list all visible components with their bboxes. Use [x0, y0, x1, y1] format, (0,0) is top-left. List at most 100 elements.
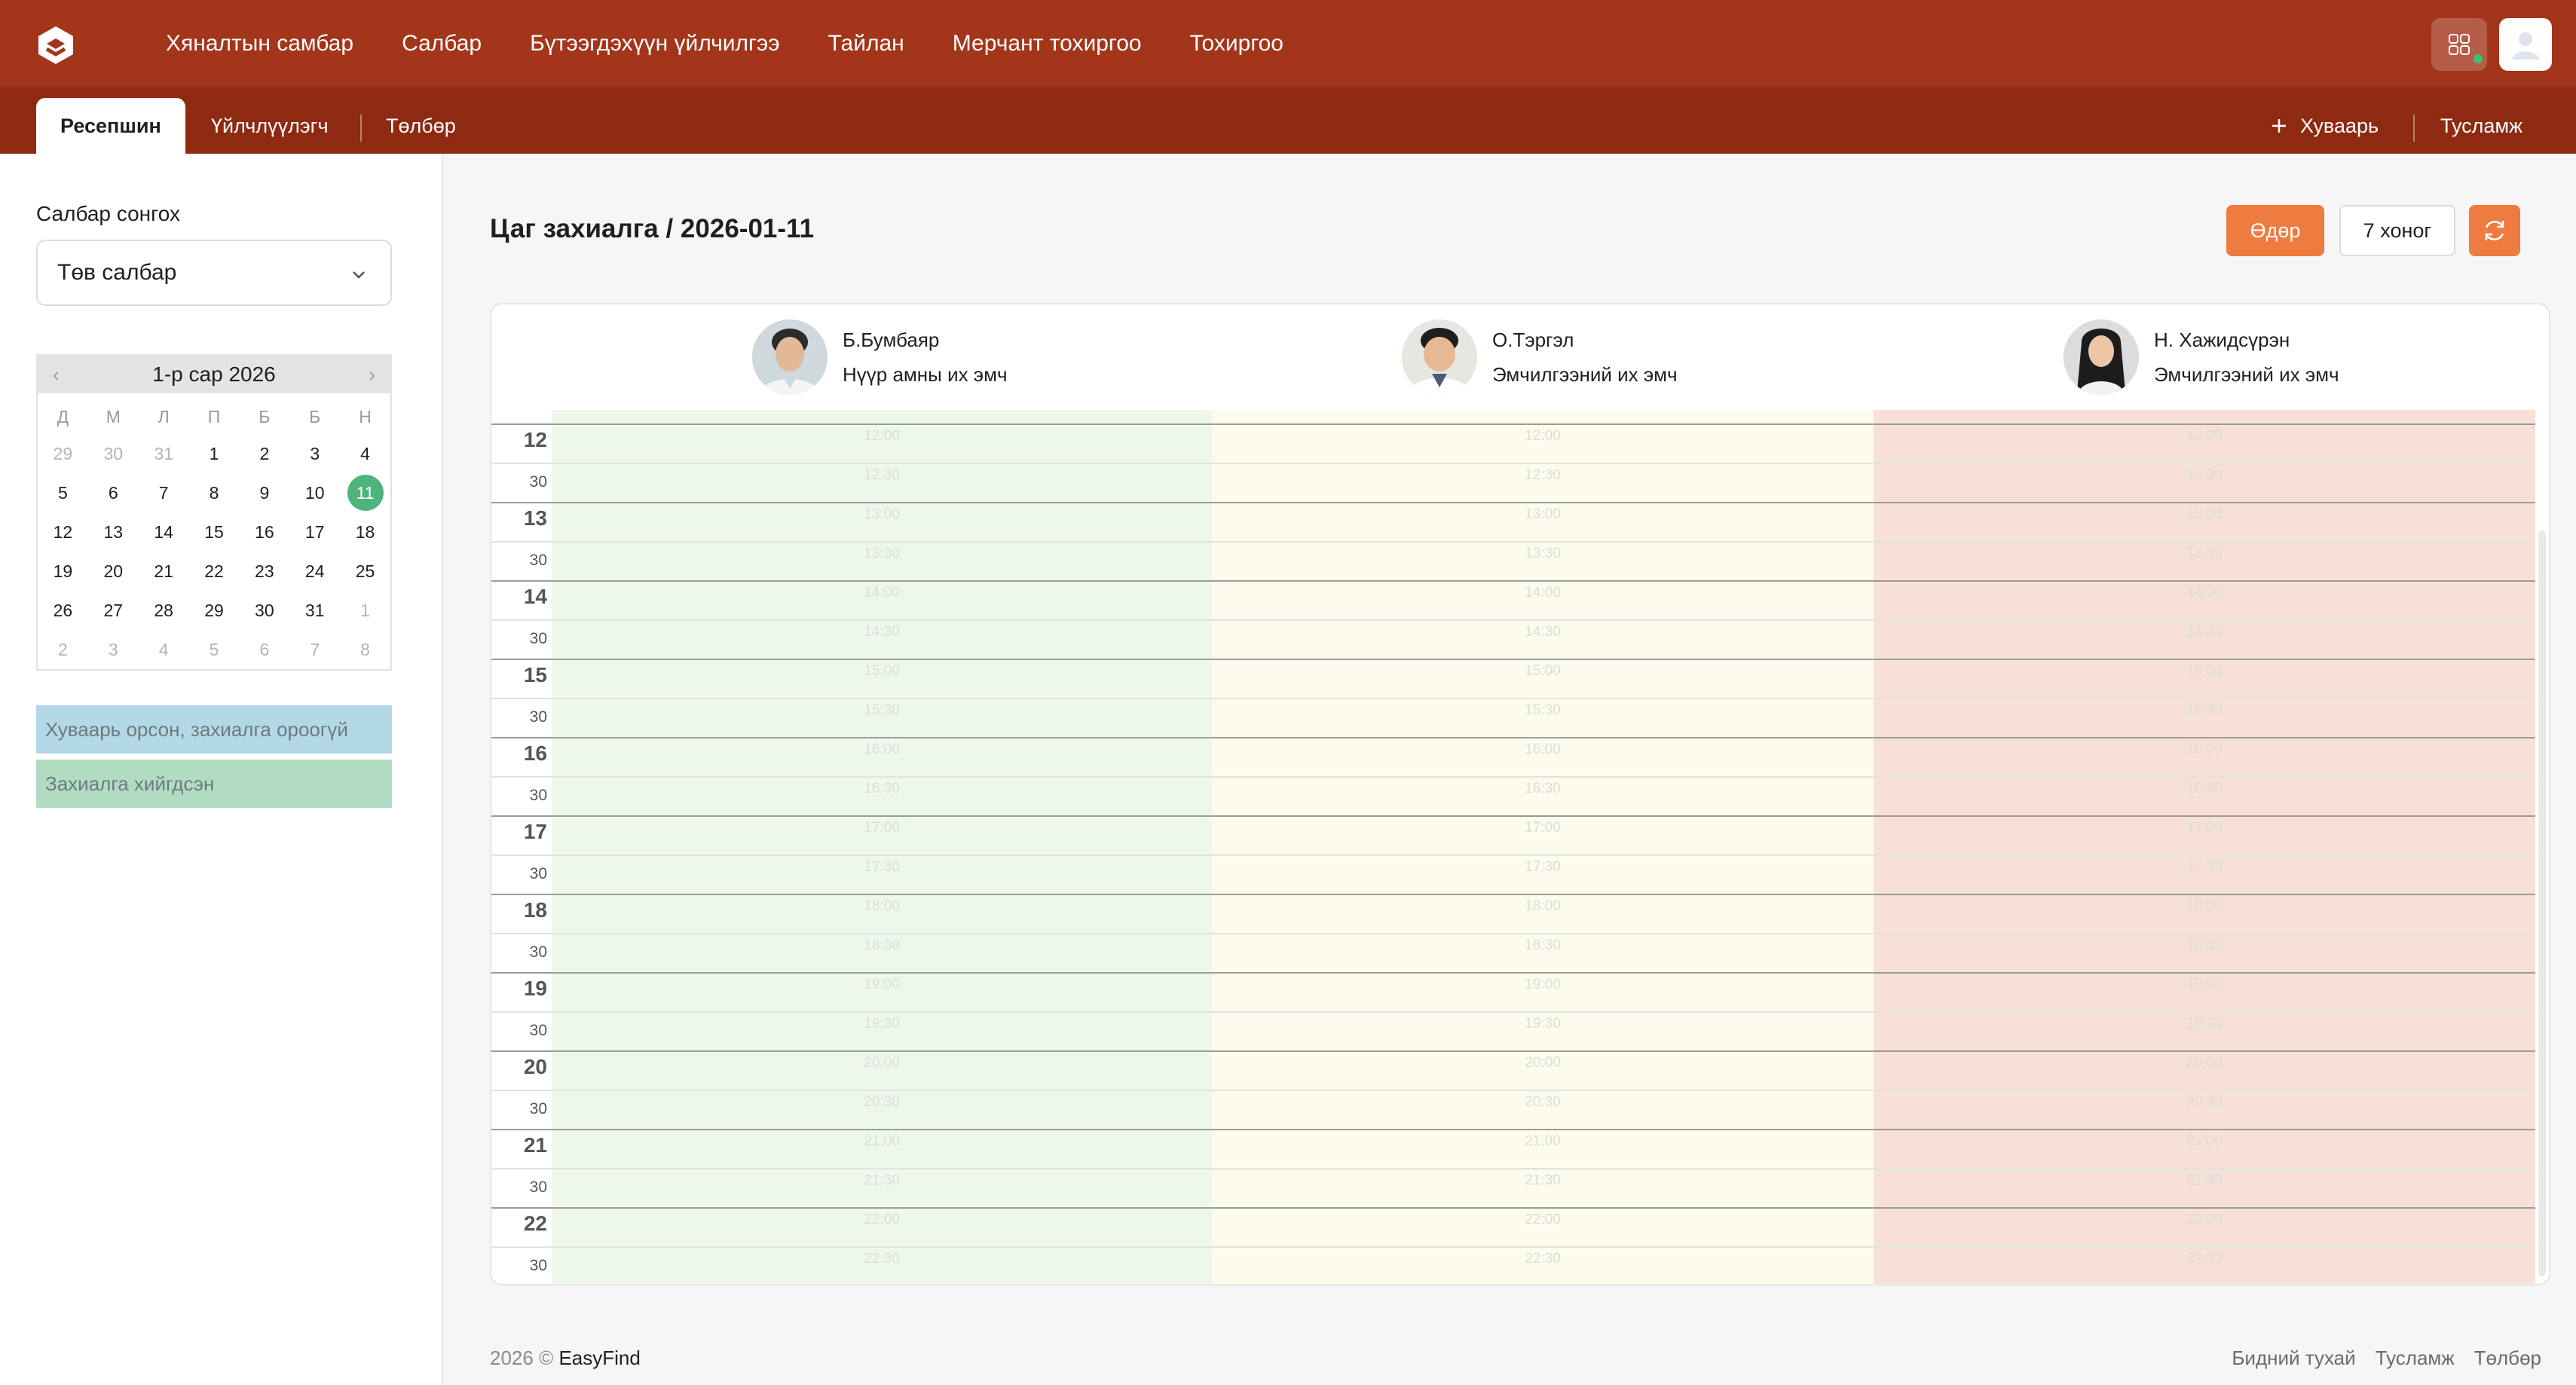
- time-slot-label[interactable]: 14:30: [837, 624, 927, 641]
- time-slot-label[interactable]: 21:30: [1498, 1173, 1588, 1189]
- calendar-day[interactable]: 13: [88, 512, 139, 552]
- calendar-day[interactable]: 30: [88, 434, 139, 473]
- nav-settings[interactable]: Тохиргоо: [1190, 31, 1283, 57]
- time-slot-label[interactable]: 17:00: [837, 820, 927, 836]
- tab-customers[interactable]: Үйлчлүүлэгч: [211, 98, 329, 154]
- time-slot-label[interactable]: 18:30: [1498, 937, 1588, 954]
- footer-link-help[interactable]: Тусламж: [2376, 1347, 2455, 1370]
- time-slot-label[interactable]: 18:00: [837, 898, 927, 915]
- add-schedule-button[interactable]: Хуваарь: [2270, 98, 2379, 154]
- time-slot-label[interactable]: 19:00: [2159, 977, 2250, 993]
- time-slot-label[interactable]: 17:00: [2159, 820, 2250, 836]
- time-slot-label[interactable]: 22:30: [1498, 1251, 1588, 1267]
- calendar-day[interactable]: 4: [340, 434, 390, 473]
- time-slot-label[interactable]: 22:00: [837, 1212, 927, 1228]
- time-slot-label[interactable]: 18:30: [2159, 937, 2250, 954]
- time-slot-label[interactable]: 18:30: [837, 937, 927, 954]
- calendar-day[interactable]: 3: [289, 434, 340, 473]
- calendar-day[interactable]: 19: [38, 552, 88, 591]
- time-slot-label[interactable]: 21:00: [1498, 1133, 1588, 1150]
- branch-select[interactable]: Төв салбар: [36, 240, 392, 306]
- time-slot-label[interactable]: 18:00: [2159, 898, 2250, 915]
- user-menu-button[interactable]: [2499, 18, 2552, 71]
- calendar-day[interactable]: 31: [139, 434, 189, 473]
- time-slot-label[interactable]: 16:00: [1498, 741, 1588, 758]
- time-slot-label[interactable]: 22:30: [2159, 1251, 2250, 1267]
- calendar-day[interactable]: 8: [340, 630, 390, 669]
- calendar-day[interactable]: 4: [139, 630, 189, 669]
- time-slot-label[interactable]: 12:00: [1498, 428, 1588, 445]
- time-slot-label[interactable]: 19:30: [1498, 1016, 1588, 1032]
- help-link[interactable]: Тусламж: [2440, 98, 2522, 154]
- calendar-day[interactable]: 16: [239, 512, 289, 552]
- calendar-day[interactable]: 22: [189, 552, 240, 591]
- calendar-day[interactable]: 1: [340, 591, 390, 630]
- time-slot-label[interactable]: 17:30: [2159, 859, 2250, 876]
- easyfind-logo-icon[interactable]: [35, 24, 77, 66]
- calendar-prev-icon[interactable]: ‹: [53, 363, 60, 387]
- apps-button[interactable]: [2431, 18, 2487, 71]
- calendar-day[interactable]: 20: [88, 552, 139, 591]
- time-slot-label[interactable]: 12:00: [2159, 428, 2250, 445]
- calendar-day[interactable]: 1: [189, 434, 240, 473]
- tab-reception[interactable]: Ресепшин: [36, 98, 185, 154]
- time-slot-label[interactable]: 22:00: [2159, 1212, 2250, 1228]
- view-day-button[interactable]: Өдөр: [2226, 205, 2324, 256]
- nav-reports[interactable]: Тайлан: [828, 31, 904, 57]
- nav-branch[interactable]: Салбар: [402, 31, 482, 57]
- time-slot-label[interactable]: 12:30: [837, 467, 927, 484]
- calendar-day[interactable]: 15: [189, 512, 240, 552]
- time-slot-label[interactable]: 17:00: [1498, 820, 1588, 836]
- calendar-day[interactable]: 26: [38, 591, 88, 630]
- time-slot-label[interactable]: 16:30: [1498, 781, 1588, 797]
- time-slot-label[interactable]: 12:30: [1498, 467, 1588, 484]
- calendar-day[interactable]: 7: [139, 473, 189, 512]
- time-slot-label[interactable]: 13:00: [2159, 506, 2250, 523]
- time-slot-label[interactable]: 15:00: [837, 663, 927, 680]
- time-slot-label[interactable]: 14:00: [2159, 585, 2250, 601]
- calendar-day[interactable]: 18: [340, 512, 390, 552]
- time-slot-label[interactable]: 13:30: [837, 546, 927, 562]
- time-slot-label[interactable]: 20:00: [837, 1055, 927, 1072]
- time-slot-label[interactable]: 12:30: [2159, 467, 2250, 484]
- calendar-day[interactable]: 28: [139, 591, 189, 630]
- nav-products-services[interactable]: Бүтээгдэхүүн үйлчилгээ: [530, 31, 779, 57]
- nav-merchant-settings[interactable]: Мерчант тохиргоо: [953, 31, 1142, 57]
- time-slot-label[interactable]: 19:30: [837, 1016, 927, 1032]
- time-slot-label[interactable]: 22:30: [837, 1251, 927, 1267]
- calendar-day[interactable]: 10: [289, 473, 340, 512]
- calendar-day[interactable]: 25: [340, 552, 390, 591]
- time-slot-label[interactable]: 18:00: [1498, 898, 1588, 915]
- time-slot-label[interactable]: 13:30: [1498, 546, 1588, 562]
- doctor-header[interactable]: Б.Бумбаяр Нүүр амны их эмч: [752, 319, 1008, 395]
- time-slot-label[interactable]: 17:30: [837, 859, 927, 876]
- time-slot-label[interactable]: 21:00: [837, 1133, 927, 1150]
- doctor-header[interactable]: О.Тэргэл Эмчилгээний их эмч: [1402, 319, 1678, 395]
- time-slot-label[interactable]: 20:00: [2159, 1055, 2250, 1072]
- doctor-header[interactable]: Н. Хажидсүрэн Эмчилгээний их эмч: [2064, 319, 2339, 395]
- time-slot-label[interactable]: 15:30: [1498, 702, 1588, 719]
- calendar-day[interactable]: 14: [139, 512, 189, 552]
- calendar-day[interactable]: 2: [38, 630, 88, 669]
- time-slot-label[interactable]: 20:30: [837, 1094, 927, 1111]
- calendar-day[interactable]: 5: [189, 630, 240, 669]
- calendar-day[interactable]: 5: [38, 473, 88, 512]
- calendar-day[interactable]: 29: [189, 591, 240, 630]
- time-slot-label[interactable]: 20:00: [1498, 1055, 1588, 1072]
- calendar-day[interactable]: 23: [239, 552, 289, 591]
- calendar-day[interactable]: 21: [139, 552, 189, 591]
- calendar-day[interactable]: 7: [289, 630, 340, 669]
- calendar-day[interactable]: 3: [88, 630, 139, 669]
- calendar-day[interactable]: 12: [38, 512, 88, 552]
- refresh-button[interactable]: [2469, 205, 2520, 256]
- calendar-day[interactable]: 31: [289, 591, 340, 630]
- time-slot-label[interactable]: 21:30: [837, 1173, 927, 1189]
- calendar-day[interactable]: 27: [88, 591, 139, 630]
- calendar-day[interactable]: 2: [239, 434, 289, 473]
- time-slot-label[interactable]: 21:30: [2159, 1173, 2250, 1189]
- time-slot-label[interactable]: 16:30: [837, 781, 927, 797]
- calendar-day[interactable]: 8: [189, 473, 240, 512]
- calendar-day[interactable]: 6: [239, 630, 289, 669]
- time-slot-label[interactable]: 19:30: [2159, 1016, 2250, 1032]
- calendar-day[interactable]: 17: [289, 512, 340, 552]
